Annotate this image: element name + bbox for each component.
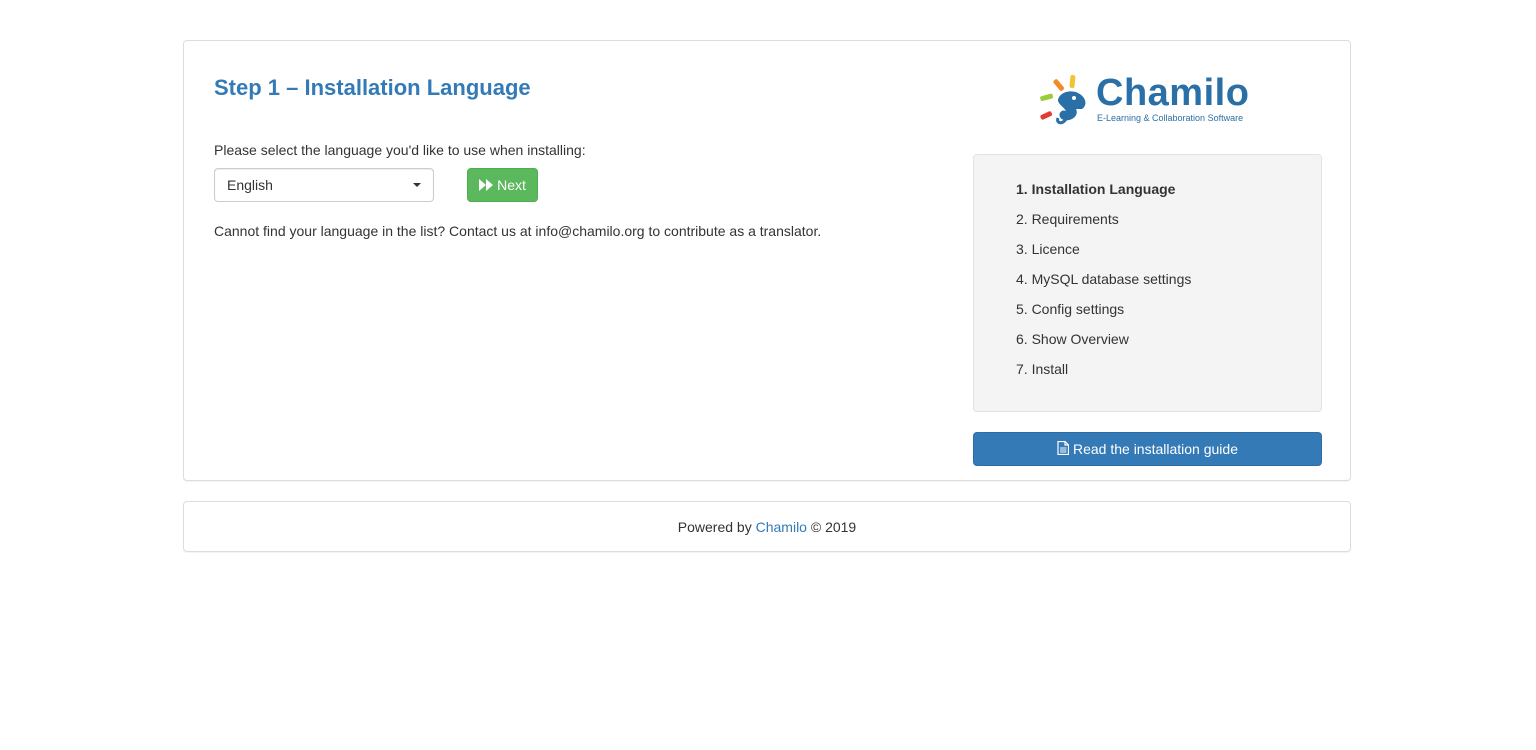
next-button[interactable]: Next xyxy=(467,168,538,202)
installation-guide-button[interactable]: Read the installation guide xyxy=(973,432,1322,466)
next-button-label: Next xyxy=(497,177,526,193)
document-icon xyxy=(1057,440,1070,458)
logo-brand: Chamilo xyxy=(1096,72,1250,114)
language-select-value: English xyxy=(227,177,273,193)
footer-text: Powered by Chamilo © 2019 xyxy=(184,519,1350,535)
fast-forward-icon xyxy=(479,179,494,191)
step-item-mysql-settings: 4. MySQL database settings xyxy=(1016,271,1192,287)
language-select[interactable]: English xyxy=(214,168,434,202)
footer-chamilo-link[interactable]: Chamilo xyxy=(756,519,807,535)
installation-panel: Step 1 – Installation Language Please se… xyxy=(183,40,1351,481)
chamilo-logo: Chamilo E-Learning & Collaboration Softw… xyxy=(1036,72,1260,127)
step-item-requirements: 2. Requirements xyxy=(1016,211,1119,227)
caret-down-icon xyxy=(413,183,421,187)
logo-tagline: E-Learning & Collaboration Software xyxy=(1097,113,1244,123)
step-item-show-overview: 6. Show Overview xyxy=(1016,331,1129,347)
step-item-config-settings: 5. Config settings xyxy=(1016,301,1125,317)
steps-list: 1. Installation Language 2. Requirements… xyxy=(973,154,1322,412)
page-title: Step 1 – Installation Language xyxy=(214,75,531,100)
step-item-licence: 3. Licence xyxy=(1016,241,1080,257)
language-prompt: Please select the language you'd like to… xyxy=(214,142,586,158)
help-text: Cannot find your language in the list? C… xyxy=(214,223,822,239)
step-item-install: 7. Install xyxy=(1016,361,1069,377)
footer-copyright: © 2019 xyxy=(810,519,857,535)
installation-guide-label: Read the installation guide xyxy=(1072,441,1238,457)
footer-prefix: Powered by xyxy=(677,519,752,535)
footer: Powered by Chamilo © 2019 xyxy=(183,501,1351,552)
chamilo-mascot-icon xyxy=(1040,75,1086,125)
step-item-installation-language: 1. Installation Language xyxy=(1016,181,1176,197)
